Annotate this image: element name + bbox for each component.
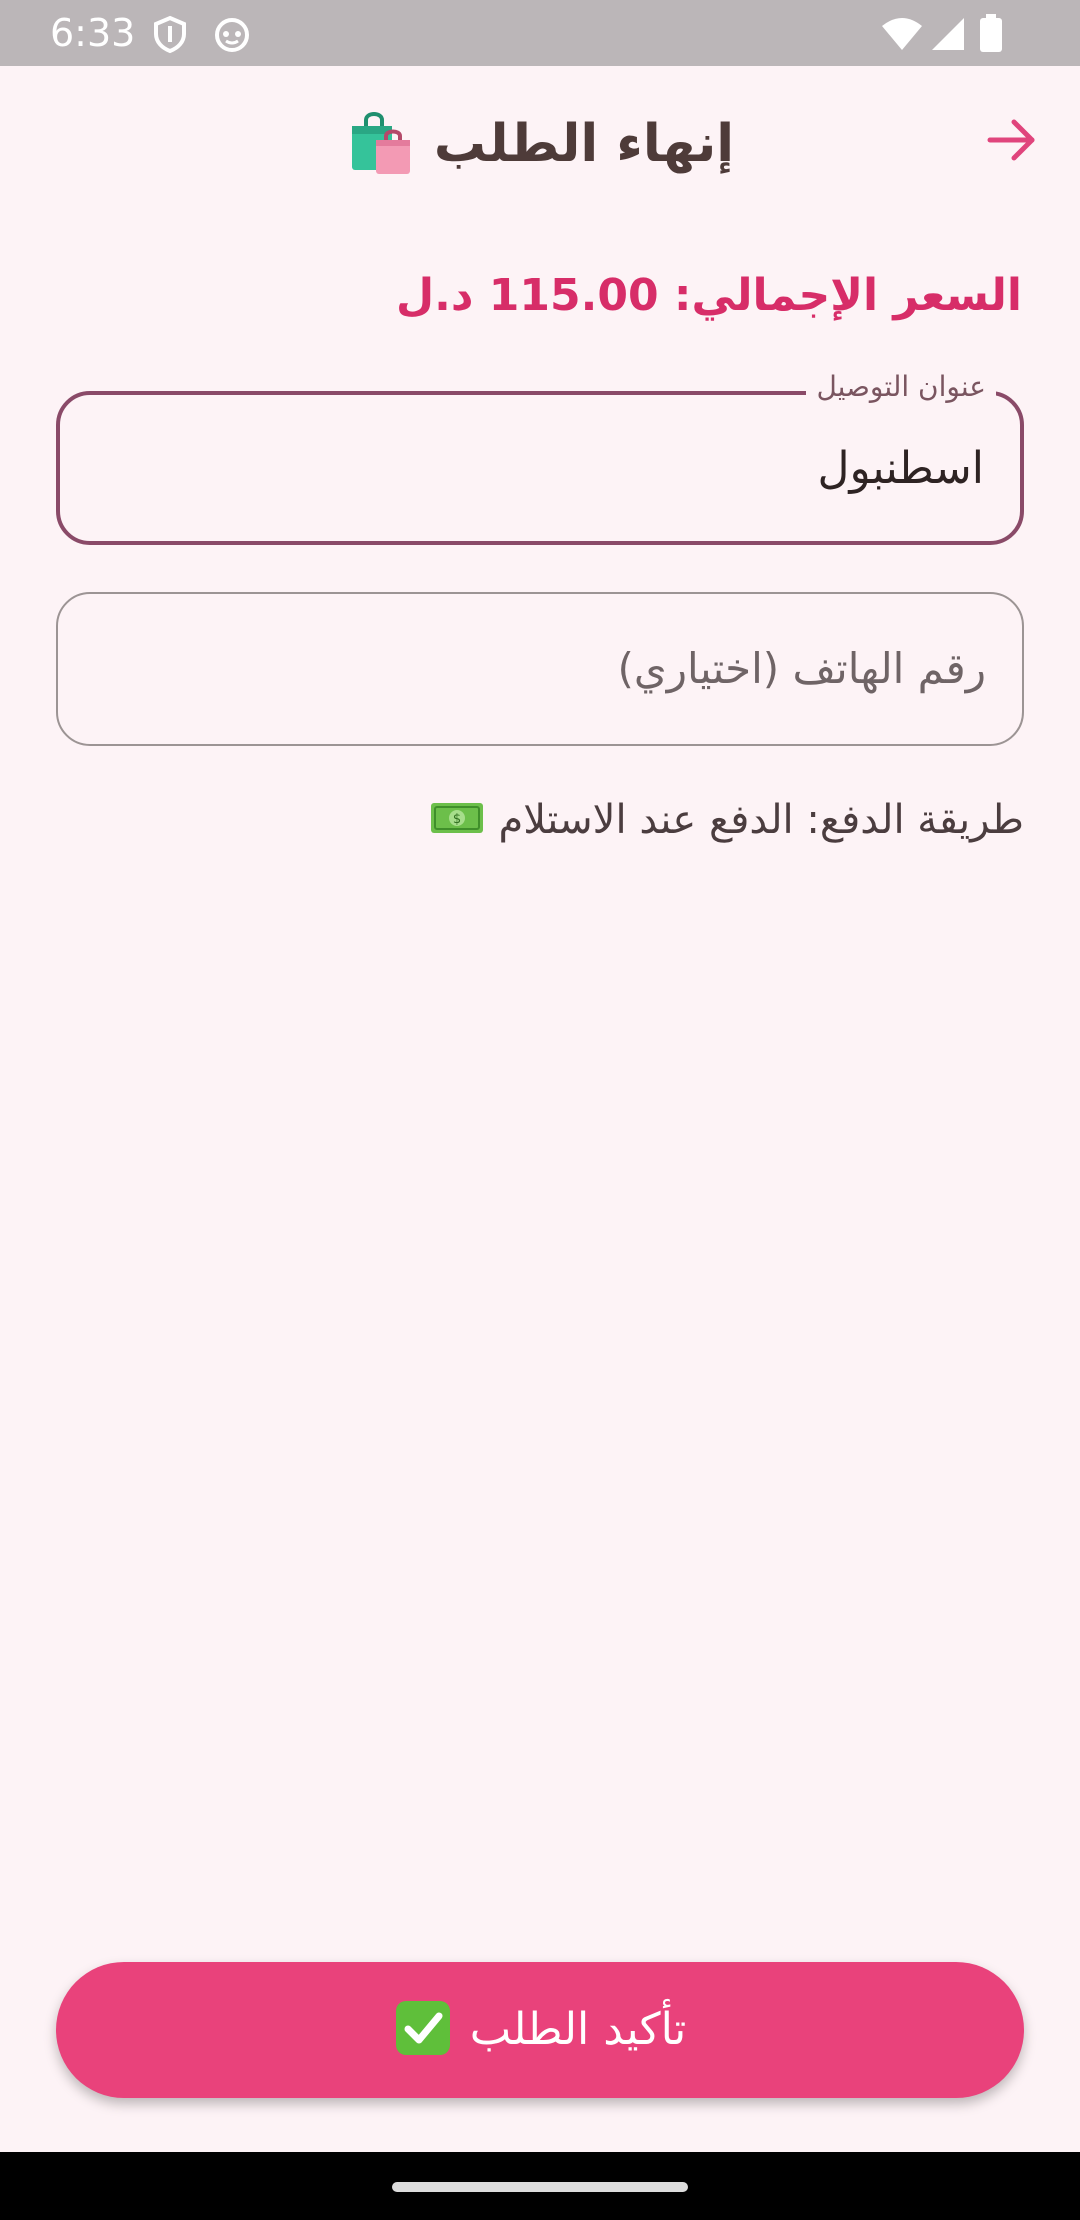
status-time: 6:33 <box>50 11 136 55</box>
arrow-right-icon <box>984 112 1040 172</box>
total-price: السعر الإجمالي: 115.00 د.ل <box>395 270 1022 321</box>
money-icon: $ <box>430 800 484 840</box>
cat-face-icon <box>212 14 252 54</box>
app-bar: إنهاء الطلب <box>0 66 1080 216</box>
payment-method: طريقة الدفع: الدفع عند الاستلام $ <box>430 794 1024 846</box>
svg-text:$: $ <box>453 812 461 827</box>
wifi-icon <box>880 14 924 54</box>
address-input[interactable]: اسطنبول <box>818 441 984 497</box>
shield-icon <box>150 14 190 54</box>
shopping-bags-icon <box>346 106 416 182</box>
status-bar: 6:33 <box>0 0 1080 66</box>
confirm-order-label: تأكيد الطلب <box>469 2004 687 2055</box>
address-field[interactable]: عنوان التوصيل اسطنبول <box>56 369 1024 545</box>
check-icon <box>394 1999 452 2061</box>
home-gesture-handle[interactable] <box>392 2182 688 2192</box>
phone-field[interactable]: رقم الهاتف (اختياري) <box>56 592 1024 746</box>
back-button[interactable] <box>972 102 1052 182</box>
phone-input-placeholder[interactable]: رقم الهاتف (اختياري) <box>617 642 986 696</box>
battery-icon <box>978 14 1004 54</box>
cellular-signal-icon <box>928 14 968 54</box>
page-title-text: إنهاء الطلب <box>433 114 735 174</box>
system-navigation-bar <box>0 2152 1080 2220</box>
address-field-label: عنوان التوصيل <box>806 369 996 405</box>
confirm-order-button[interactable]: تأكيد الطلب <box>56 1962 1024 2098</box>
page-title: إنهاء الطلب <box>0 106 1080 182</box>
payment-method-text: طريقة الدفع: الدفع عند الاستلام <box>498 797 1024 843</box>
